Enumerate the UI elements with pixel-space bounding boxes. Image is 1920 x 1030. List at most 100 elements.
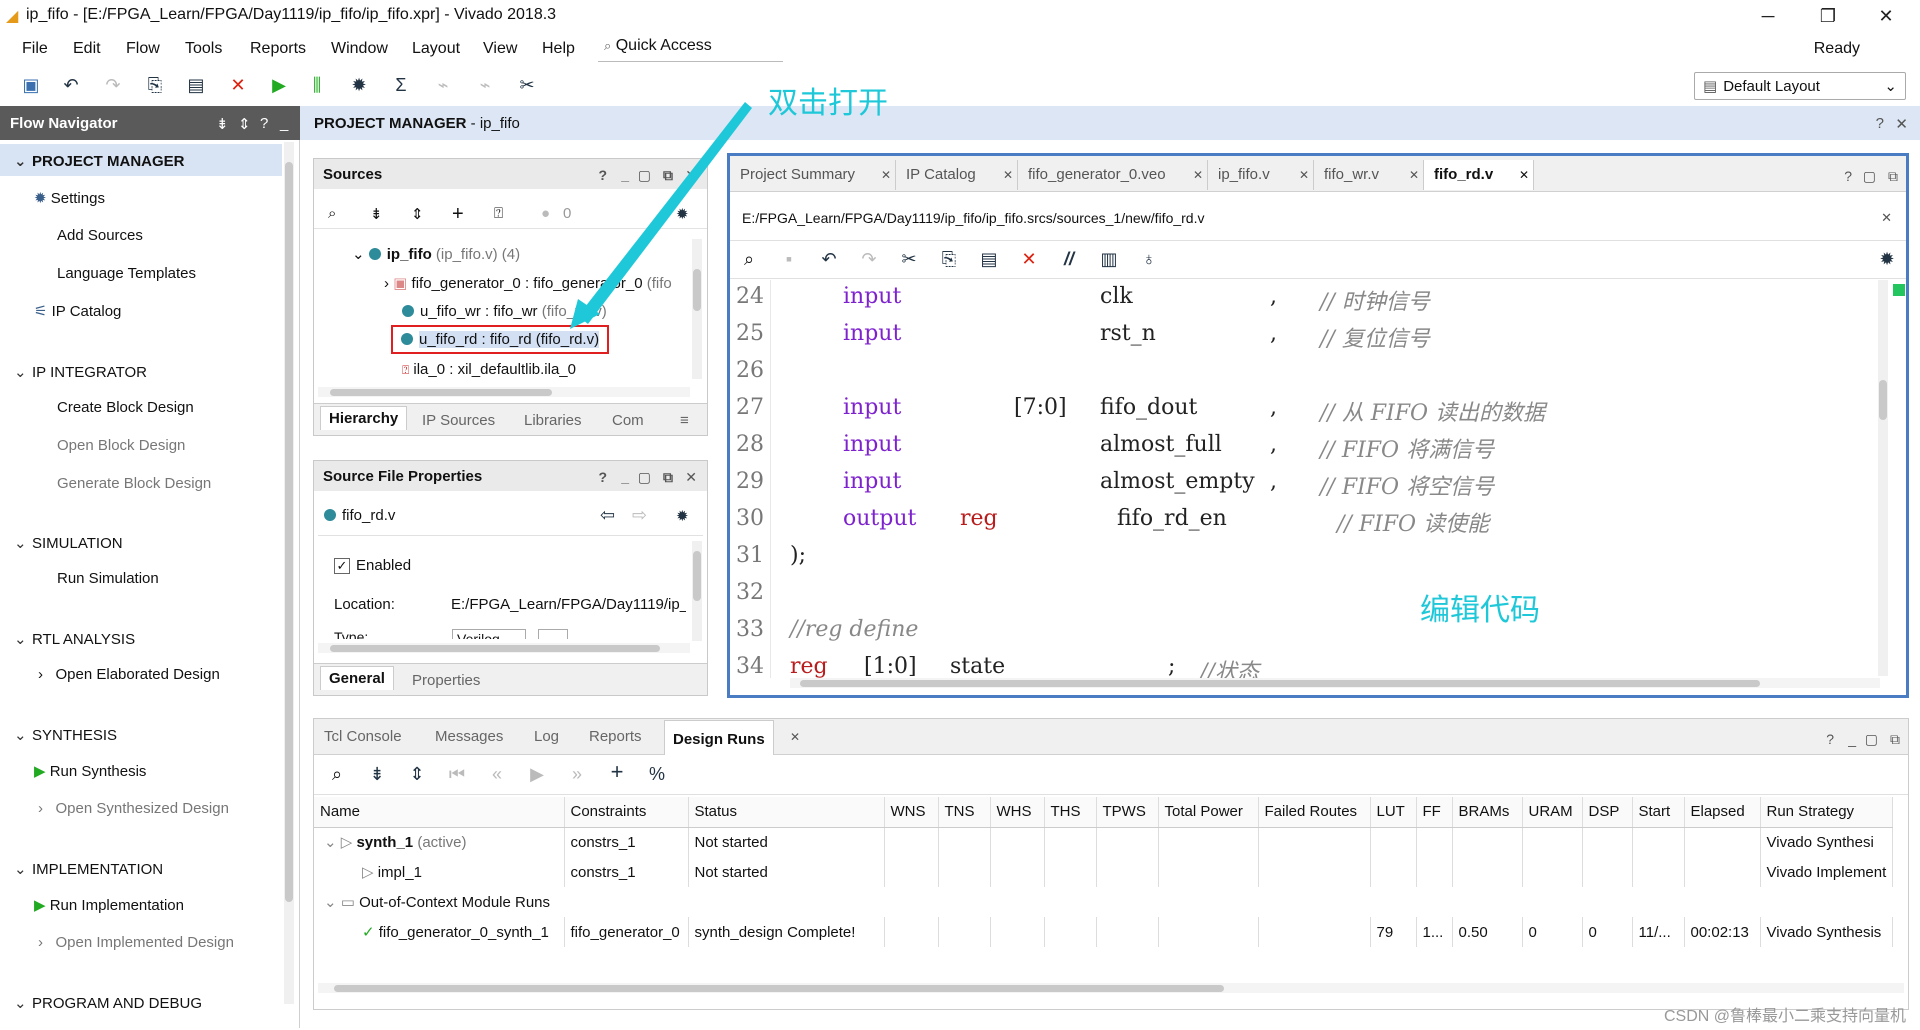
percent-icon[interactable]: % bbox=[646, 765, 668, 783]
undo-icon[interactable]: ↶ bbox=[818, 250, 840, 268]
tree-u-fifo-rd[interactable]: u_fifo_rd : fifo_rd (fifo_rd.v) bbox=[391, 325, 610, 354]
collapse-all-icon[interactable]: ⇟ bbox=[370, 205, 383, 223]
maximize-icon[interactable]: ▢ bbox=[638, 469, 651, 486]
table-row[interactable]: ⌄ ▷ synth_1 (active) constrs_1 Not start… bbox=[314, 827, 1894, 857]
table-row[interactable]: ⌄ ▭ Out-of-Context Module Runs bbox=[314, 887, 1893, 917]
section-ip-integrator[interactable]: ⌄ IP INTEGRATOR bbox=[14, 363, 147, 381]
quick-access-search[interactable]: ⌕ Quick Access bbox=[598, 34, 783, 62]
close-icon[interactable]: ✕ bbox=[1299, 168, 1309, 182]
col-tpws[interactable]: TPWS bbox=[1096, 797, 1159, 828]
next-icon[interactable]: » bbox=[566, 765, 588, 783]
debug-icon[interactable]: ⌁ bbox=[432, 76, 454, 94]
float-icon[interactable]: ⧉ bbox=[1890, 731, 1900, 748]
col-dsp[interactable]: DSP bbox=[1582, 797, 1633, 828]
close-icon[interactable]: ✕ bbox=[790, 730, 800, 744]
settings-icon[interactable]: ✹ bbox=[348, 76, 370, 94]
first-icon[interactable]: ⏮ bbox=[446, 765, 468, 783]
add-icon[interactable]: + bbox=[452, 203, 464, 226]
flow-add-sources[interactable]: Add Sources bbox=[57, 227, 143, 244]
close-icon[interactable]: ✕ bbox=[685, 469, 697, 486]
help-icon[interactable]: ? bbox=[598, 167, 607, 183]
flow-run-synthesis[interactable]: ▶ Run Synthesis bbox=[34, 762, 146, 780]
flow-open-block-design[interactable]: Open Block Design bbox=[57, 437, 185, 454]
tab-fifo-generator-veo[interactable]: fifo_generator_0.veo ✕ bbox=[1018, 160, 1208, 190]
close-icon[interactable]: ✕ bbox=[685, 167, 697, 184]
tab-project-summary[interactable]: Project Summary ✕ bbox=[730, 160, 896, 190]
close-icon[interactable]: ✕ bbox=[1519, 168, 1529, 182]
float-icon[interactable]: ⧉ bbox=[1888, 168, 1898, 185]
close-icon[interactable]: ✕ bbox=[1193, 168, 1203, 182]
col-failed-routes[interactable]: Failed Routes bbox=[1258, 797, 1371, 828]
minimize-icon[interactable]: ─ bbox=[1746, 2, 1790, 30]
runs-scrollbar-h[interactable] bbox=[318, 983, 1904, 993]
col-name[interactable]: Name bbox=[314, 797, 565, 828]
type-edit-button[interactable] bbox=[538, 629, 568, 639]
close-icon[interactable]: ✕ bbox=[881, 168, 891, 182]
editor-scrollbar-v[interactable] bbox=[1878, 280, 1888, 676]
tab-ip-catalog[interactable]: IP Catalog ✕ bbox=[896, 160, 1018, 190]
save-icon[interactable]: ▪ bbox=[778, 250, 800, 268]
col-elapsed[interactable]: Elapsed bbox=[1684, 797, 1761, 828]
tab-hierarchy[interactable]: Hierarchy bbox=[320, 406, 408, 430]
col-lut[interactable]: LUT bbox=[1370, 797, 1417, 828]
tree-fifo-generator[interactable]: › ▣ fifo_generator_0 : fifo_generator_0 … bbox=[384, 274, 672, 292]
sfp-scrollbar-v[interactable] bbox=[692, 541, 702, 641]
expand-all-icon[interactable]: ⇕ bbox=[411, 205, 424, 223]
run-icon[interactable]: ▶ bbox=[268, 76, 290, 94]
col-uram[interactable]: URAM bbox=[1522, 797, 1583, 828]
copy-icon[interactable]: ⎘ bbox=[144, 76, 166, 94]
wave-icon[interactable]: ⌁ bbox=[474, 76, 496, 94]
flow-settings[interactable]: ✹ Settings bbox=[34, 189, 105, 207]
type-value[interactable]: Verilog bbox=[452, 629, 526, 639]
tab-fifo-rd-v[interactable]: fifo_rd.v ✕ bbox=[1424, 160, 1534, 190]
col-total-power[interactable]: Total Power bbox=[1158, 797, 1259, 828]
menu-view[interactable]: View bbox=[483, 40, 517, 58]
tab-log[interactable]: Log bbox=[534, 728, 559, 745]
close-icon[interactable]: ✕ bbox=[1881, 210, 1892, 226]
tree-top-ip-fifo[interactable]: ⌄ ip_fifo (ip_fifo.v) (4) bbox=[352, 245, 520, 263]
tab-libraries[interactable]: Libraries bbox=[524, 412, 582, 429]
properties-icon[interactable]: ⍰ bbox=[494, 205, 503, 222]
search-icon[interactable]: ⌕ bbox=[738, 250, 760, 268]
cut-icon[interactable]: ✂ bbox=[898, 250, 920, 268]
minimize-panel-icon[interactable]: _ bbox=[280, 115, 288, 132]
col-run-strategy[interactable]: Run Strategy bbox=[1760, 797, 1894, 828]
close-icon[interactable]: ✕ bbox=[1895, 115, 1908, 133]
maximize-icon[interactable]: ▢ bbox=[1865, 731, 1878, 748]
gear-icon[interactable]: ✹ bbox=[676, 205, 689, 223]
tab-ip-sources[interactable]: IP Sources bbox=[422, 412, 495, 429]
section-program-and-debug[interactable]: ⌄ PROGRAM AND DEBUG bbox=[14, 994, 202, 1008]
section-implementation[interactable]: ⌄ IMPLEMENTATION bbox=[14, 860, 163, 878]
flow-run-simulation[interactable]: Run Simulation bbox=[57, 570, 159, 587]
tab-ip-fifo-v[interactable]: ip_fifo.v ✕ bbox=[1208, 160, 1314, 190]
run-program-icon[interactable]: ⫼ bbox=[306, 76, 328, 94]
help-icon[interactable]: ? bbox=[1826, 731, 1834, 747]
column-icon[interactable]: ▥ bbox=[1098, 250, 1120, 268]
flow-language-templates[interactable]: Language Templates bbox=[57, 265, 196, 282]
flow-open-implemented-design[interactable]: › Open Implemented Design bbox=[38, 934, 234, 951]
flow-generate-block-design[interactable]: Generate Block Design bbox=[57, 475, 211, 492]
menu-file[interactable]: File bbox=[22, 40, 48, 58]
search-icon[interactable]: ⌕ bbox=[328, 205, 336, 222]
expand-all-icon[interactable]: ⇕ bbox=[406, 765, 428, 783]
search-icon[interactable]: ⌕ bbox=[326, 765, 348, 783]
col-wns[interactable]: WNS bbox=[884, 797, 939, 828]
float-icon[interactable]: ⧉ bbox=[663, 167, 673, 184]
gear-icon[interactable]: ✹ bbox=[1876, 250, 1898, 268]
maximize-icon[interactable]: ▢ bbox=[1863, 168, 1876, 185]
undo-icon[interactable]: ↶ bbox=[60, 76, 82, 94]
menu-reports[interactable]: Reports bbox=[250, 40, 306, 58]
table-row[interactable]: ▷ impl_1 constrs_1 Not started Vivado Im… bbox=[314, 857, 1894, 887]
help-icon[interactable]: ? bbox=[260, 115, 268, 132]
tab-design-runs[interactable]: Design Runs bbox=[664, 720, 774, 755]
col-ff[interactable]: FF bbox=[1416, 797, 1453, 828]
col-constraints[interactable]: Constraints bbox=[564, 797, 689, 828]
close-icon[interactable]: ✕ bbox=[1864, 2, 1908, 30]
sources-scrollbar-v[interactable] bbox=[692, 239, 702, 379]
sources-scrollbar-h[interactable] bbox=[318, 387, 690, 397]
flow-create-block-design[interactable]: Create Block Design bbox=[57, 399, 194, 416]
tab-fifo-wr-v[interactable]: fifo_wr.v ✕ bbox=[1314, 160, 1424, 190]
flow-run-implementation[interactable]: ▶ Run Implementation bbox=[34, 896, 184, 914]
section-synthesis[interactable]: ⌄ SYNTHESIS bbox=[14, 726, 117, 744]
flow-ip-catalog[interactable]: ⚟ IP Catalog bbox=[34, 302, 121, 320]
